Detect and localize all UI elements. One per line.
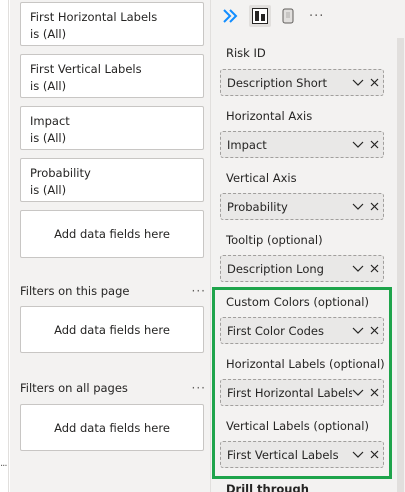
- drop-zone-label: Add data fields here: [54, 322, 170, 337]
- format-visual-icon[interactable]: [277, 5, 299, 27]
- well-label-vertical-axis: Vertical Axis: [226, 171, 297, 185]
- canvas-edge: [8, 0, 9, 492]
- filter-field-state: is (All): [30, 79, 67, 93]
- filter-card-first-horizontal-labels[interactable]: First Horizontal Labels is (All): [20, 2, 204, 46]
- more-options-icon[interactable]: ···: [192, 284, 206, 298]
- visual-filters-drop-zone[interactable]: Add data fields here: [20, 210, 204, 258]
- wells-scrollbar[interactable]: [397, 38, 404, 492]
- expand-chevrons-icon[interactable]: [221, 5, 243, 27]
- filter-field-name: Probability: [30, 166, 91, 180]
- well-field-vertical-axis[interactable]: Probability: [220, 193, 384, 220]
- section-title: Filters on this page: [20, 284, 130, 298]
- section-title: Filters on all pages: [20, 381, 128, 395]
- close-icon[interactable]: [370, 140, 379, 149]
- drill-through-header[interactable]: Drill through: [226, 482, 309, 492]
- filter-field-state: is (All): [30, 131, 67, 145]
- chevron-down-icon[interactable]: [352, 141, 364, 149]
- field-name: Description Short: [227, 75, 328, 90]
- drop-zone-label: Add data fields here: [54, 227, 170, 241]
- filter-field-name: First Horizontal Labels: [30, 10, 158, 24]
- well-label-risk-id: Risk ID: [226, 46, 266, 60]
- viz-toolbar: ···: [221, 4, 324, 28]
- filter-card-first-vertical-labels[interactable]: First Vertical Labels is (All): [20, 54, 204, 98]
- field-name: Impact: [227, 137, 267, 152]
- well-field-horizontal-axis[interactable]: Impact: [220, 131, 384, 158]
- chevron-down-icon[interactable]: [352, 265, 364, 273]
- highlight-box: [212, 287, 392, 479]
- more-options-icon[interactable]: ···: [192, 381, 206, 395]
- page-filters-drop-zone[interactable]: Add data fields here: [20, 306, 204, 353]
- field-name: Probability: [227, 199, 288, 214]
- chevron-down-icon[interactable]: [352, 79, 364, 87]
- close-icon[interactable]: [370, 78, 379, 87]
- filters-on-this-page-header: Filters on this page ···: [20, 284, 206, 298]
- field-name: Description Long: [227, 261, 324, 276]
- power-bi-panes: ··· First Horizontal Labels is (All) Fir…: [0, 0, 405, 492]
- filter-card-impact[interactable]: Impact is (All): [20, 106, 204, 150]
- filter-card-probability[interactable]: Probability is (All): [20, 158, 204, 202]
- close-icon[interactable]: [370, 264, 379, 273]
- canvas-more-options[interactable]: ···: [0, 462, 10, 472]
- all-pages-filters-drop-zone[interactable]: Add data fields here: [20, 404, 204, 451]
- filter-field-name: First Vertical Labels: [30, 62, 142, 76]
- well-label-horizontal-axis: Horizontal Axis: [226, 109, 313, 123]
- drop-zone-label: Add data fields here: [54, 420, 170, 435]
- well-label-tooltip: Tooltip (optional): [226, 233, 323, 247]
- filter-field-state: is (All): [30, 27, 67, 41]
- chevron-down-icon[interactable]: [352, 203, 364, 211]
- close-icon[interactable]: [370, 202, 379, 211]
- build-visual-icon[interactable]: [249, 5, 271, 27]
- well-field-risk-id[interactable]: Description Short: [220, 69, 384, 96]
- filter-field-state: is (All): [30, 183, 67, 197]
- filters-on-all-pages-header: Filters on all pages ···: [20, 381, 206, 395]
- filter-field-name: Impact: [30, 114, 70, 128]
- filters-pane: First Horizontal Labels is (All) First V…: [10, 0, 210, 492]
- well-field-tooltip[interactable]: Description Long: [220, 255, 384, 282]
- more-options-icon[interactable]: ···: [309, 9, 324, 24]
